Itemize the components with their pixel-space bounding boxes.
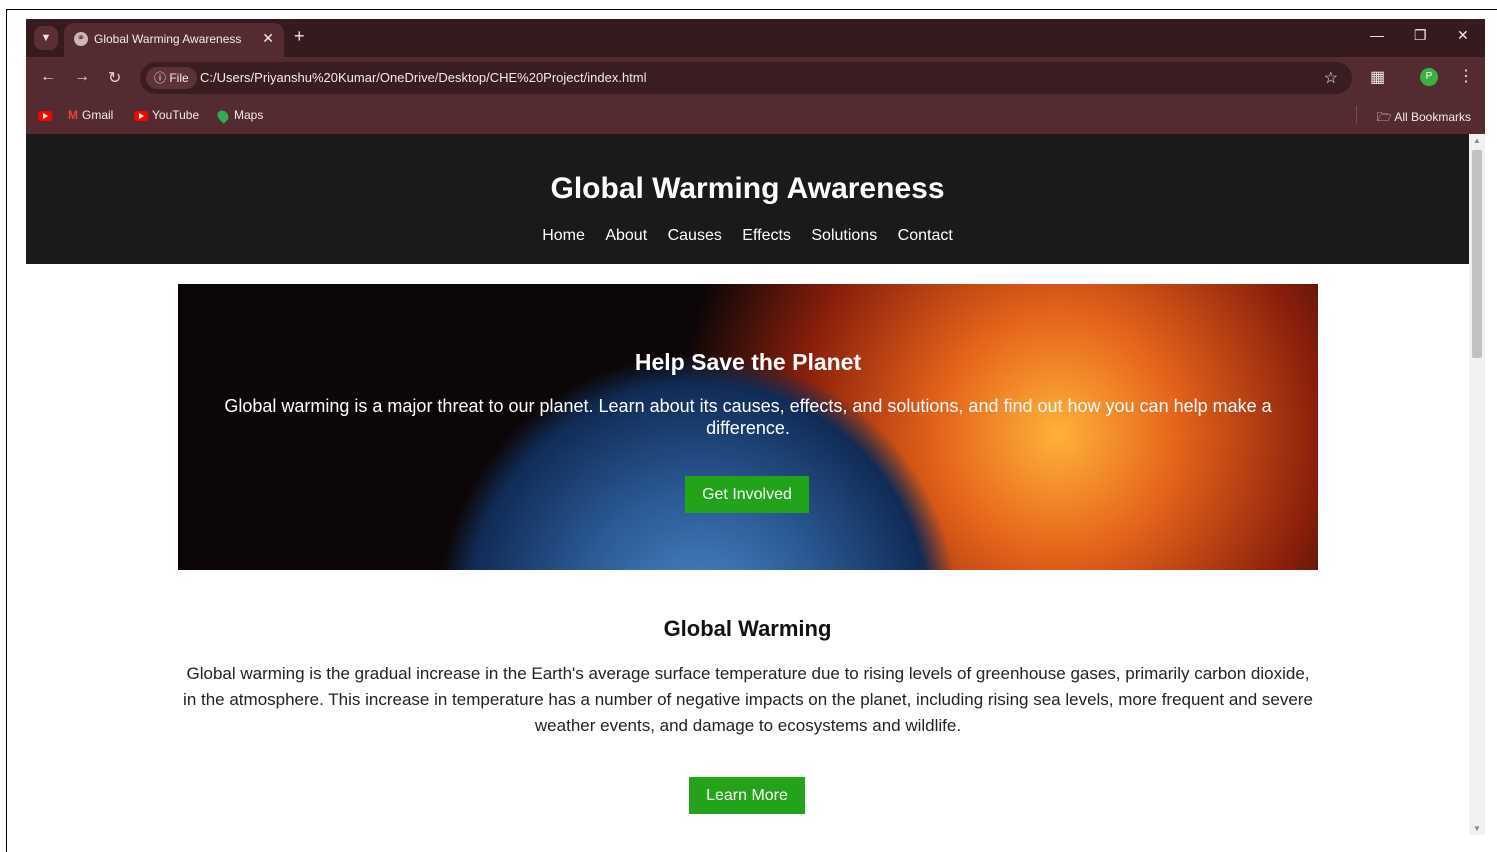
address-bar[interactable]: ⓘ File C:/Users/Priyanshu%20Kumar/OneDri…	[140, 62, 1352, 94]
page-scrollbar[interactable]: ▲ ▼	[1469, 134, 1485, 835]
tab-title: Global Warming Awareness	[94, 32, 242, 46]
site-info-chip[interactable]: ⓘ File	[146, 67, 197, 89]
scrollbar-thumb[interactable]	[1472, 150, 1482, 358]
menu-icon[interactable]: ⋮	[1458, 66, 1474, 86]
bookmark-gmail[interactable]: M Gmail	[68, 108, 113, 122]
back-icon[interactable]: ←	[40, 68, 56, 86]
get-involved-button[interactable]: Get Involved	[685, 476, 809, 513]
learn-more-button[interactable]: Learn More	[689, 777, 805, 814]
globe-icon: ⚭	[74, 32, 88, 46]
profile-avatar[interactable]: P	[1420, 68, 1438, 86]
section-title: Global Warming	[663, 616, 832, 641]
gmail-icon: M	[68, 108, 78, 122]
forward-icon[interactable]: →	[74, 68, 90, 86]
window-close-icon[interactable]: ✕	[1457, 27, 1469, 44]
new-tab-button[interactable]: +	[294, 26, 305, 47]
maps-icon	[215, 108, 231, 124]
hero-banner: Help Save the Planet Global warming is a…	[178, 284, 1318, 570]
youtube-shortcut-icon[interactable]	[38, 108, 56, 122]
browser-toolbar: ← → ↻ ⓘ File C:/Users/Priyanshu%20Kumar/…	[26, 57, 1485, 99]
site-nav: Home About Causes Effects Solutions Cont…	[26, 227, 1469, 245]
site-header: Global Warming Awareness Home About Caus…	[26, 134, 1469, 264]
scroll-up-icon[interactable]: ▲	[1473, 136, 1481, 145]
section-text: Global warming is the gradual increase i…	[183, 664, 1313, 735]
bookmarks-divider	[1356, 106, 1357, 124]
site-title: Global Warming Awareness	[550, 172, 945, 205]
hero-text: Global warming is a major threat to our …	[224, 396, 1272, 438]
scroll-down-icon[interactable]: ▼	[1473, 824, 1481, 833]
page-viewport: Global Warming Awareness Home About Caus…	[26, 134, 1469, 852]
close-tab-icon[interactable]: ✕	[262, 30, 274, 47]
nav-effects[interactable]: Effects	[742, 227, 791, 244]
bookmark-maps[interactable]: Maps	[215, 108, 263, 124]
nav-contact[interactable]: Contact	[898, 227, 953, 244]
restore-icon[interactable]: ❐	[1414, 27, 1427, 44]
nav-causes[interactable]: Causes	[668, 227, 722, 244]
bookmarks-bar: M Gmail YouTube Maps 🗁 All Bookmarks	[26, 99, 1485, 134]
youtube-icon	[134, 110, 148, 121]
url-text[interactable]: C:/Users/Priyanshu%20Kumar/OneDrive/Desk…	[200, 70, 647, 85]
extensions-icon[interactable]: ▦	[1370, 67, 1385, 87]
bookmark-star-icon[interactable]: ☆	[1324, 68, 1338, 88]
tab-search-button[interactable]: ▼	[34, 26, 58, 50]
nav-home[interactable]: Home	[542, 227, 585, 244]
file-label: File	[169, 71, 189, 85]
hero-title: Help Save the Planet	[634, 349, 862, 375]
nav-solutions[interactable]: Solutions	[811, 227, 877, 244]
folder-icon: 🗁	[1376, 110, 1392, 124]
reload-icon[interactable]: ↻	[108, 68, 121, 88]
bookmark-youtube[interactable]: YouTube	[134, 108, 199, 122]
all-bookmarks-button[interactable]: 🗁 All Bookmarks	[1377, 108, 1471, 129]
nav-about[interactable]: About	[605, 227, 647, 244]
browser-chrome: ▼ ⚭ Global Warming Awareness ✕ + — ❐ ✕ ←…	[26, 19, 1485, 134]
tab-strip: ▼ ⚭ Global Warming Awareness ✕ + — ❐ ✕	[26, 19, 1485, 57]
active-tab[interactable]: ⚭ Global Warming Awareness ✕	[64, 23, 284, 57]
minimize-icon[interactable]: —	[1370, 27, 1384, 43]
